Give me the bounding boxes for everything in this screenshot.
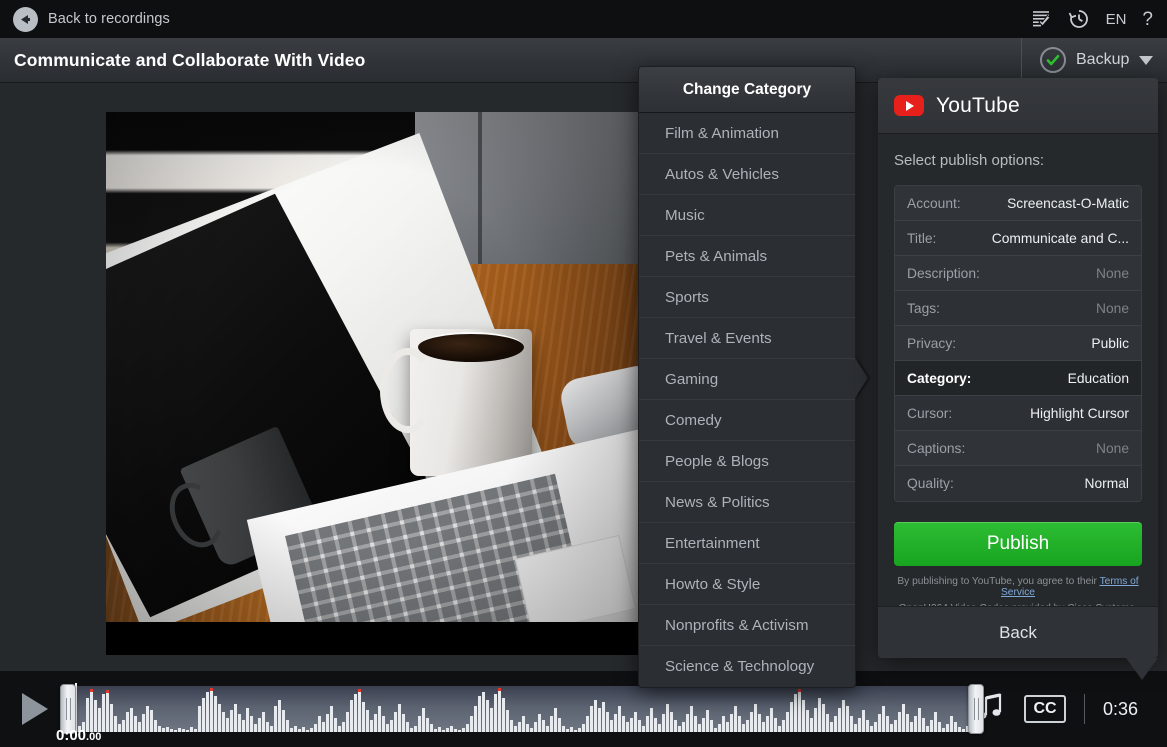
category-item[interactable]: Comedy	[639, 400, 855, 441]
option-row-title[interactable]: Title: Communicate and C...	[895, 221, 1141, 256]
publish-button[interactable]: Publish	[894, 522, 1142, 566]
option-value: Communicate and C...	[992, 231, 1129, 246]
video-frame-image	[106, 112, 639, 655]
option-label: Description:	[907, 266, 980, 281]
category-item[interactable]: Science & Technology	[639, 646, 855, 687]
caret-down-icon	[1139, 56, 1153, 65]
option-value: Screencast-O-Matic	[1007, 196, 1129, 211]
grip-lines-icon	[66, 698, 71, 720]
green-check-circle-icon	[1040, 47, 1066, 73]
option-label: Title:	[907, 231, 936, 246]
backup-dropdown[interactable]: Backup	[1021, 38, 1167, 83]
option-label: Privacy:	[907, 336, 956, 351]
category-list: Film & Animation Autos & Vehicles Music …	[639, 113, 855, 687]
change-category-menu[interactable]: Change Category Film & Animation Autos &…	[638, 66, 856, 688]
timeline-scrubber[interactable]	[70, 686, 974, 732]
option-row-quality[interactable]: Quality: Normal	[895, 466, 1141, 501]
option-label: Cursor:	[907, 406, 952, 421]
option-value: Normal	[1085, 476, 1129, 491]
total-duration-label: 0:36	[1103, 699, 1147, 720]
backup-label: Backup	[1076, 51, 1129, 69]
youtube-panel-header: YouTube	[878, 78, 1158, 134]
play-triangle-icon[interactable]	[22, 693, 48, 725]
option-row-category[interactable]: Category: Education	[895, 361, 1141, 396]
option-row-account[interactable]: Account: Screencast-O-Matic	[895, 186, 1141, 221]
top-right-tools: EN ?	[1030, 0, 1167, 38]
option-value: None	[1096, 266, 1129, 281]
category-menu-pointer-icon	[855, 358, 868, 398]
option-label: Quality:	[907, 476, 954, 491]
option-label: Captions:	[907, 441, 965, 456]
divider	[1084, 694, 1085, 724]
youtube-panel-body: Select publish options: Account: Screenc…	[878, 134, 1158, 625]
option-row-description[interactable]: Description: None	[895, 256, 1141, 291]
panel-tail-icon	[1126, 658, 1158, 680]
option-value: None	[1096, 441, 1129, 456]
language-selector[interactable]: EN	[1106, 11, 1127, 28]
option-label: Account:	[907, 196, 961, 211]
trim-end-handle[interactable]	[968, 684, 984, 734]
publish-options-subtitle: Select publish options:	[894, 152, 1142, 169]
terms-of-service-note: By publishing to YouTube, you agree to t…	[894, 576, 1142, 598]
tos-prefix-text: By publishing to YouTube, you agree to t…	[897, 576, 1099, 587]
category-item[interactable]: Music	[639, 195, 855, 236]
category-item[interactable]: Howto & Style	[639, 564, 855, 605]
current-time-fraction: .00	[86, 731, 101, 743]
option-value: None	[1096, 301, 1129, 316]
change-category-header: Change Category	[639, 67, 855, 113]
option-value: Education	[1068, 371, 1129, 386]
back-to-recordings-button[interactable]: Back to recordings	[0, 0, 170, 38]
closed-captions-button[interactable]: CC	[1024, 695, 1066, 723]
arrow-left-circle-icon	[13, 7, 38, 32]
category-item[interactable]: Autos & Vehicles	[639, 154, 855, 195]
waveform-track[interactable]	[70, 686, 980, 732]
category-item[interactable]: Travel & Events	[639, 318, 855, 359]
option-row-tags[interactable]: Tags: None	[895, 291, 1141, 326]
category-item[interactable]: Nonprofits & Activism	[639, 605, 855, 646]
option-row-cursor[interactable]: Cursor: Highlight Cursor	[895, 396, 1141, 431]
option-value: Public	[1091, 336, 1129, 351]
history-clock-icon[interactable]	[1068, 8, 1090, 30]
category-item[interactable]: Sports	[639, 277, 855, 318]
category-item[interactable]: Film & Animation	[639, 113, 855, 154]
current-time-value: 0:00	[56, 727, 86, 744]
audio-waveform	[70, 686, 980, 732]
publish-options-table: Account: Screencast-O-Matic Title: Commu…	[894, 185, 1142, 502]
help-icon[interactable]: ?	[1142, 10, 1153, 29]
category-item[interactable]: Pets & Animals	[639, 236, 855, 277]
youtube-publish-panel: YouTube Select publish options: Account:…	[878, 78, 1158, 658]
grip-lines-icon	[974, 698, 979, 720]
youtube-brand-label: YouTube	[936, 94, 1020, 118]
option-label: Tags:	[907, 301, 940, 316]
option-row-captions[interactable]: Captions: None	[895, 431, 1141, 466]
current-time-label: 0:00.00	[56, 727, 101, 744]
app-window: Back to recordings	[0, 0, 1167, 747]
option-label: Category:	[907, 371, 971, 386]
category-item[interactable]: Entertainment	[639, 523, 855, 564]
project-title-bar: Communicate and Collaborate With Video B…	[0, 38, 1167, 83]
video-preview[interactable]	[106, 112, 639, 655]
youtube-play-logo-icon	[894, 95, 924, 116]
page-title: Communicate and Collaborate With Video	[0, 50, 365, 71]
player-toolbar: CC 0:36	[0, 671, 1167, 747]
option-row-privacy[interactable]: Privacy: Public	[895, 326, 1141, 361]
back-button[interactable]: Back	[878, 606, 1158, 658]
category-item[interactable]: People & Blogs	[639, 441, 855, 482]
back-to-recordings-label: Back to recordings	[48, 11, 170, 27]
category-item[interactable]: News & Politics	[639, 482, 855, 523]
option-value: Highlight Cursor	[1030, 406, 1129, 421]
checklist-icon[interactable]	[1030, 9, 1052, 29]
top-navigation-bar: Back to recordings	[0, 0, 1167, 38]
category-item[interactable]: Gaming	[639, 359, 855, 400]
player-right-controls: CC 0:36	[974, 692, 1167, 727]
